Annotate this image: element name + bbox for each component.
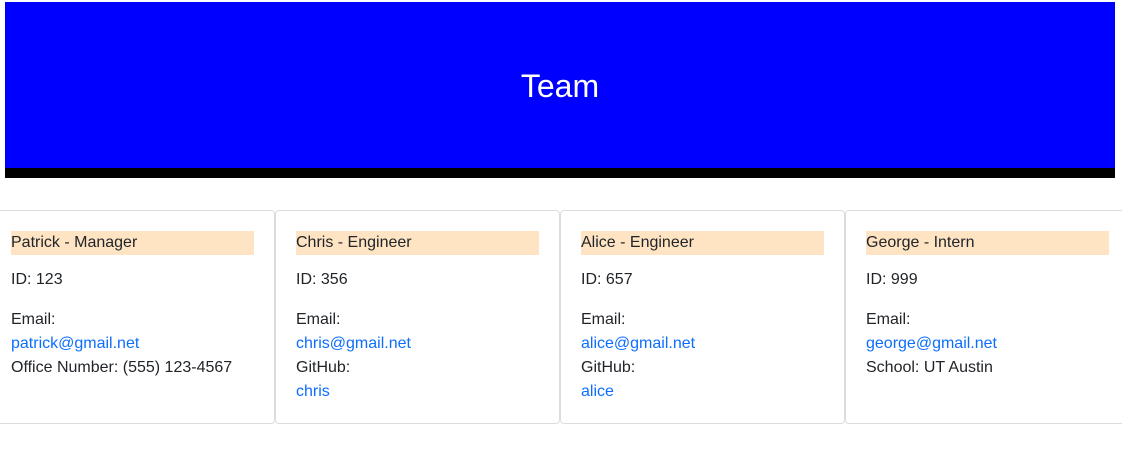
email-label: Email: [581, 311, 626, 328]
card-title: Alice - Engineer [581, 231, 824, 255]
github-label: GitHub: [581, 359, 636, 376]
email-link[interactable]: patrick@gmail.net [11, 332, 139, 356]
card-title: Patrick - Manager [11, 231, 254, 255]
team-card-engineer-chris: Chris - Engineer ID: 356 Email: chris@gm… [275, 210, 560, 424]
github-label: GitHub: [296, 359, 351, 376]
page-title: Team [520, 67, 600, 104]
team-cards: Patrick - Manager ID: 123 Email: patrick… [0, 210, 1122, 424]
github-link[interactable]: chris [296, 380, 330, 404]
card-title: George - Intern [866, 231, 1109, 255]
github-link[interactable]: alice [581, 380, 614, 404]
card-id: ID: 356 [296, 271, 348, 288]
team-card-intern: George - Intern ID: 999 Email: george@gm… [845, 210, 1122, 424]
email-link[interactable]: chris@gmail.net [296, 332, 411, 356]
team-card-engineer-alice: Alice - Engineer ID: 657 Email: alice@gm… [560, 210, 845, 424]
email-label: Email: [866, 311, 911, 328]
office-number: Office Number: (555) 123-4567 [11, 359, 233, 376]
page-header: Team [5, 2, 1115, 178]
email-link[interactable]: alice@gmail.net [581, 332, 695, 356]
school: School: UT Austin [866, 359, 993, 376]
email-label: Email: [296, 311, 341, 328]
card-id: ID: 999 [866, 271, 918, 288]
email-link[interactable]: george@gmail.net [866, 332, 997, 356]
email-label: Email: [11, 311, 56, 328]
card-id: ID: 123 [11, 271, 63, 288]
card-id: ID: 657 [581, 271, 633, 288]
card-title: Chris - Engineer [296, 231, 539, 255]
team-card-manager: Patrick - Manager ID: 123 Email: patrick… [0, 210, 275, 424]
